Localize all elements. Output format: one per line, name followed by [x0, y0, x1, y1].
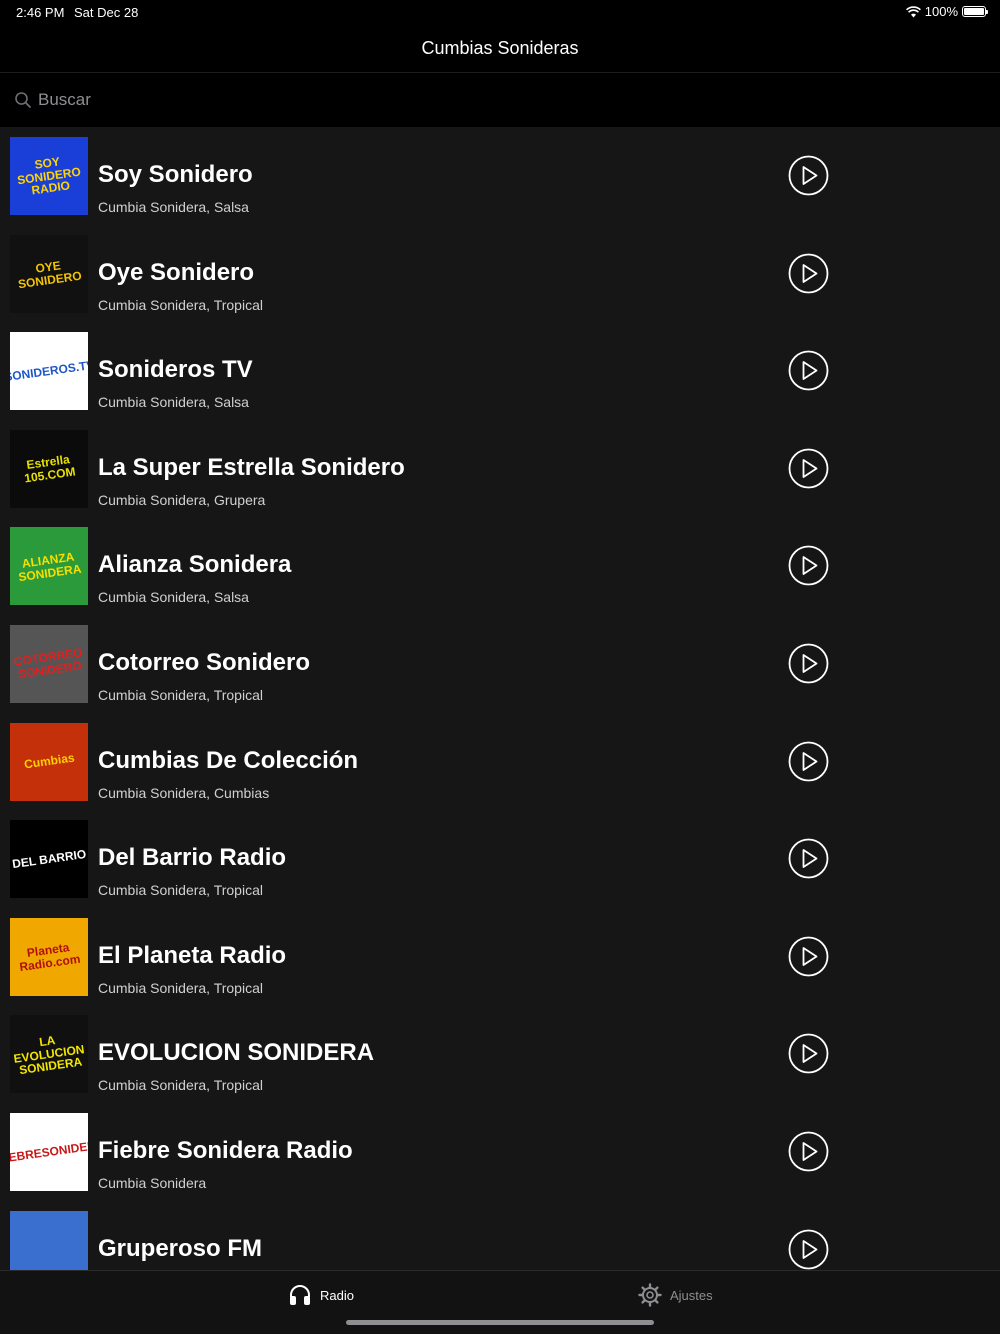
station-name: El Planeta Radio [98, 941, 287, 969]
station-row[interactable]: SOY SONIDERO RADIO Soy Sonidero Cumbia Son… [0, 127, 1000, 225]
station-genre: Cumbia Sonidera, Salsa [98, 589, 249, 606]
station-row[interactable]: LA EVOLUCION SONIDERA EVOLUCION SONIDERA C… [0, 1005, 1000, 1103]
station-name: Sonideros TV [98, 356, 253, 384]
station-logo: DEL BARRIO [10, 820, 88, 899]
status-right: 100% [905, 4, 988, 19]
station-name: Soy Sonidero [98, 161, 253, 188]
station-name: Cumbias De Colección [98, 746, 359, 774]
station-genre: Cumbia Sonidera, Tropical [98, 296, 263, 313]
station-logo: Cumbias [10, 722, 88, 801]
station-logo-text: DEL BARRIO [11, 846, 87, 871]
station-logo: SOY SONIDERO RADIO [10, 137, 88, 215]
station-genre: Cumbia Sonidera [98, 1174, 207, 1191]
play-icon[interactable] [788, 1033, 829, 1074]
station-name: Cotorreo Sonidero [98, 648, 311, 676]
search-icon [15, 92, 31, 108]
station-logo: Estrella 105.COM [10, 429, 88, 508]
station-genre: Cumbia Sonidera, Tropical [98, 979, 263, 996]
station-name: Oye Sonidero [98, 258, 255, 286]
station-genre: Cumbia Sonidera, Tropical [98, 1077, 263, 1094]
station-name: Del Barrio Radio [98, 844, 287, 872]
station-logo-text: WWW.FIEBRESONIDERA.COM [10, 1132, 88, 1171]
play-icon[interactable] [788, 838, 829, 879]
station-genre: Cumbia Sonidera, Grupera [98, 491, 266, 508]
station-logo-text: OYE SONIDERO [17, 258, 83, 291]
station-logo: COTORREO SONIDERO [10, 624, 88, 703]
station-logo-text: SONIDEROS.TV [10, 357, 88, 385]
station-logo-text: COTORREO SONIDERO [12, 645, 84, 682]
status-date: Sat Dec 28 [74, 5, 139, 20]
play-icon[interactable] [788, 936, 829, 977]
station-logo-text: SOY SONIDERO RADIO [16, 154, 82, 198]
station-logo: LA EVOLUCION SONIDERA [10, 1015, 88, 1094]
station-logo: ALIANZA SONIDERA [10, 527, 88, 606]
station-name: EVOLUCION SONIDERA [98, 1039, 375, 1067]
station-logo: WWW.FIEBRESONIDERA.COM [10, 1112, 88, 1191]
station-logo-text: Cumbias [22, 750, 76, 772]
battery-percent: 100% [924, 4, 958, 19]
status-bar: 2:46 PM Sat Dec 28 100% [0, 0, 1000, 24]
station-name: Fiebre Sonidera Radio [98, 1136, 353, 1164]
station-logo-text: Planeta Radio.com [18, 940, 82, 974]
play-icon[interactable] [788, 643, 829, 684]
play-icon[interactable] [788, 1229, 829, 1270]
station-row[interactable]: Estrella 105.COM La Super Estrella Sonide… [0, 420, 1000, 518]
station-logo: SONIDEROS.TV [10, 332, 88, 411]
station-genre: Cumbia Sonidera, Tropical [98, 686, 263, 703]
station-logo: Planeta Radio.com [10, 917, 88, 996]
station-row[interactable]: OYE SONIDERO Oye Sonidero Cumbia Sonidera,… [0, 225, 1000, 323]
station-logo-text: ALIANZA SONIDERA [17, 549, 83, 584]
station-name: Gruperoso FM [98, 1234, 263, 1262]
tab-settings-label: Ajustes [670, 1287, 713, 1303]
station-genre: Cumbia Sonidera, Cumbias [98, 784, 270, 801]
play-icon[interactable] [788, 448, 829, 489]
station-genre: Cumbia Sonidera, Tropical [98, 882, 263, 899]
play-icon[interactable] [788, 545, 829, 586]
station-name: La Super Estrella Sonidero [98, 453, 405, 481]
play-icon[interactable] [788, 253, 829, 294]
tab-radio[interactable]: Radio [288, 1283, 354, 1307]
battery-icon [962, 6, 988, 17]
station-logo-text: LA EVOLUCION SONIDERA [12, 1033, 86, 1078]
station-row[interactable]: WWW.FIEBRESONIDERA.COM Fiebre Sonidera Ra… [0, 1103, 1000, 1201]
search-input[interactable] [38, 90, 938, 110]
home-indicator [346, 1320, 654, 1325]
station-logo-text: Estrella 105.COM [23, 452, 77, 486]
station-row[interactable]: DEL BARRIO Del Barrio Radio Cumbia Sonider… [0, 810, 1000, 908]
page-title: Cumbias Sonideras [421, 37, 579, 58]
station-row[interactable]: COTORREO SONIDERO Cotorreo Sonidero Cumbia… [0, 615, 1000, 713]
station-row[interactable]: SONIDEROS.TV Sonideros TV Cumbia Sonidera,… [0, 322, 1000, 420]
tab-radio-label: Radio [320, 1287, 354, 1303]
station-name: Alianza Sonidera [98, 551, 292, 579]
station-row[interactable]: Planeta Radio.com El Planeta Radio Cumbia … [0, 908, 1000, 1006]
station-list[interactable]: SOY SONIDERO RADIO Soy Sonidero Cumbia Son… [0, 127, 1000, 1270]
play-icon[interactable] [788, 155, 829, 196]
gear-icon [638, 1283, 662, 1307]
station-genre: Cumbia Sonidera, Salsa [98, 199, 249, 215]
station-logo [10, 1210, 88, 1270]
station-row[interactable]: ALIANZA SONIDERA Alianza Sonidera Cumbia S… [0, 517, 1000, 615]
navigation-bar: Cumbias Sonideras [0, 24, 1000, 73]
search-bar[interactable] [0, 73, 1000, 127]
headphones-icon [290, 1285, 310, 1305]
play-icon[interactable] [788, 741, 829, 782]
station-row[interactable]: Gruperoso FM [0, 1201, 1000, 1270]
play-icon[interactable] [788, 350, 829, 391]
station-genre: Cumbia Sonidera, Salsa [98, 394, 249, 411]
tab-settings[interactable]: Ajustes [638, 1283, 713, 1307]
station-logo: OYE SONIDERO [10, 234, 88, 313]
station-row[interactable]: Cumbias Cumbias De Colección Cumbia Sonide… [0, 713, 1000, 811]
status-time: 2:46 PM [16, 5, 65, 20]
wifi-icon [905, 5, 921, 17]
play-icon[interactable] [788, 1131, 829, 1172]
